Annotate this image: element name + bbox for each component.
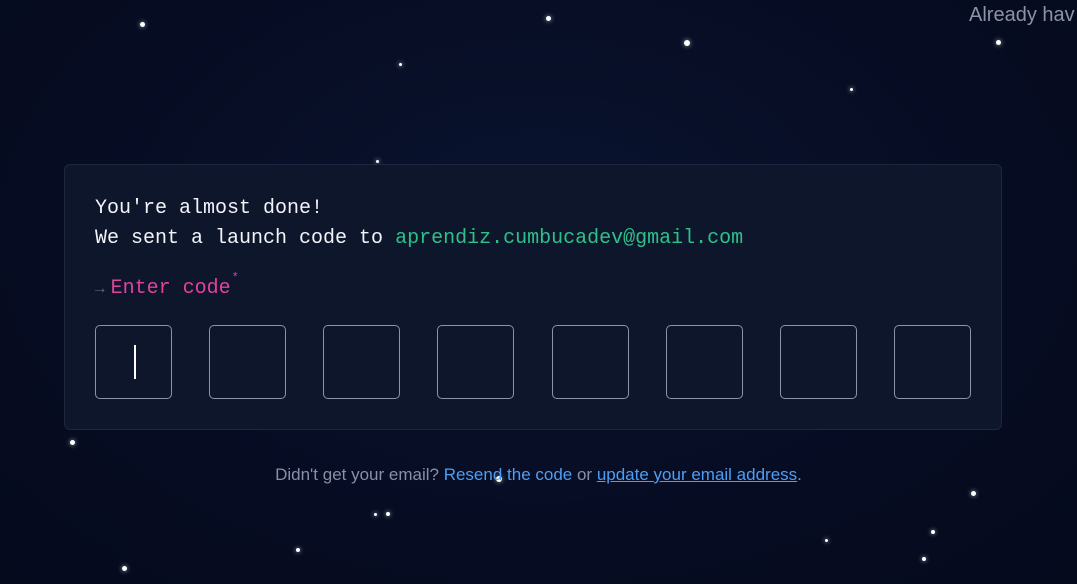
star: [684, 40, 690, 46]
resend-code-link[interactable]: Resend the code: [444, 465, 573, 484]
almost-done-message: You're almost done!: [95, 197, 324, 220]
star: [931, 530, 935, 534]
enter-code-label: → Enter code*: [95, 271, 239, 300]
code-digit-input-6[interactable]: [666, 325, 743, 399]
text-cursor: [134, 345, 136, 379]
star: [374, 513, 377, 516]
code-digit-input-3[interactable]: [323, 325, 400, 399]
star: [386, 512, 390, 516]
footer-or: or: [572, 465, 597, 484]
code-digit-input-4[interactable]: [437, 325, 514, 399]
star: [122, 566, 127, 571]
sent-code-prefix: We sent a launch code to: [95, 227, 396, 250]
code-digit-input-5[interactable]: [552, 325, 629, 399]
footer-suffix: .: [797, 465, 802, 484]
star: [140, 22, 145, 27]
arrow-right-icon: →: [95, 280, 105, 298]
star: [70, 440, 75, 445]
star: [971, 491, 976, 496]
star: [825, 539, 828, 542]
footer-prefix: Didn't get your email?: [275, 465, 444, 484]
code-digit-input-2[interactable]: [209, 325, 286, 399]
resend-footer: Didn't get your email? Resend the code o…: [0, 465, 1077, 485]
star: [996, 40, 1001, 45]
enter-code-text: Enter code: [110, 277, 231, 300]
sent-code-message: We sent a launch code to aprendiz.cumbuc…: [95, 227, 743, 250]
update-email-link[interactable]: update your email address: [597, 465, 797, 484]
code-digit-input-8[interactable]: [894, 325, 971, 399]
required-marker: *: [231, 271, 239, 285]
star: [296, 548, 300, 552]
star: [376, 160, 379, 163]
email-address: aprendiz.cumbucadev@gmail.com: [395, 227, 744, 250]
already-have-account-link[interactable]: Already hav: [969, 4, 1075, 27]
star: [922, 557, 926, 561]
star: [546, 16, 551, 21]
star: [850, 88, 853, 91]
code-input-group: [95, 325, 973, 401]
code-digit-input-7[interactable]: [780, 325, 857, 399]
star: [399, 63, 402, 66]
verification-card: You're almost done! We sent a launch cod…: [64, 164, 1002, 430]
